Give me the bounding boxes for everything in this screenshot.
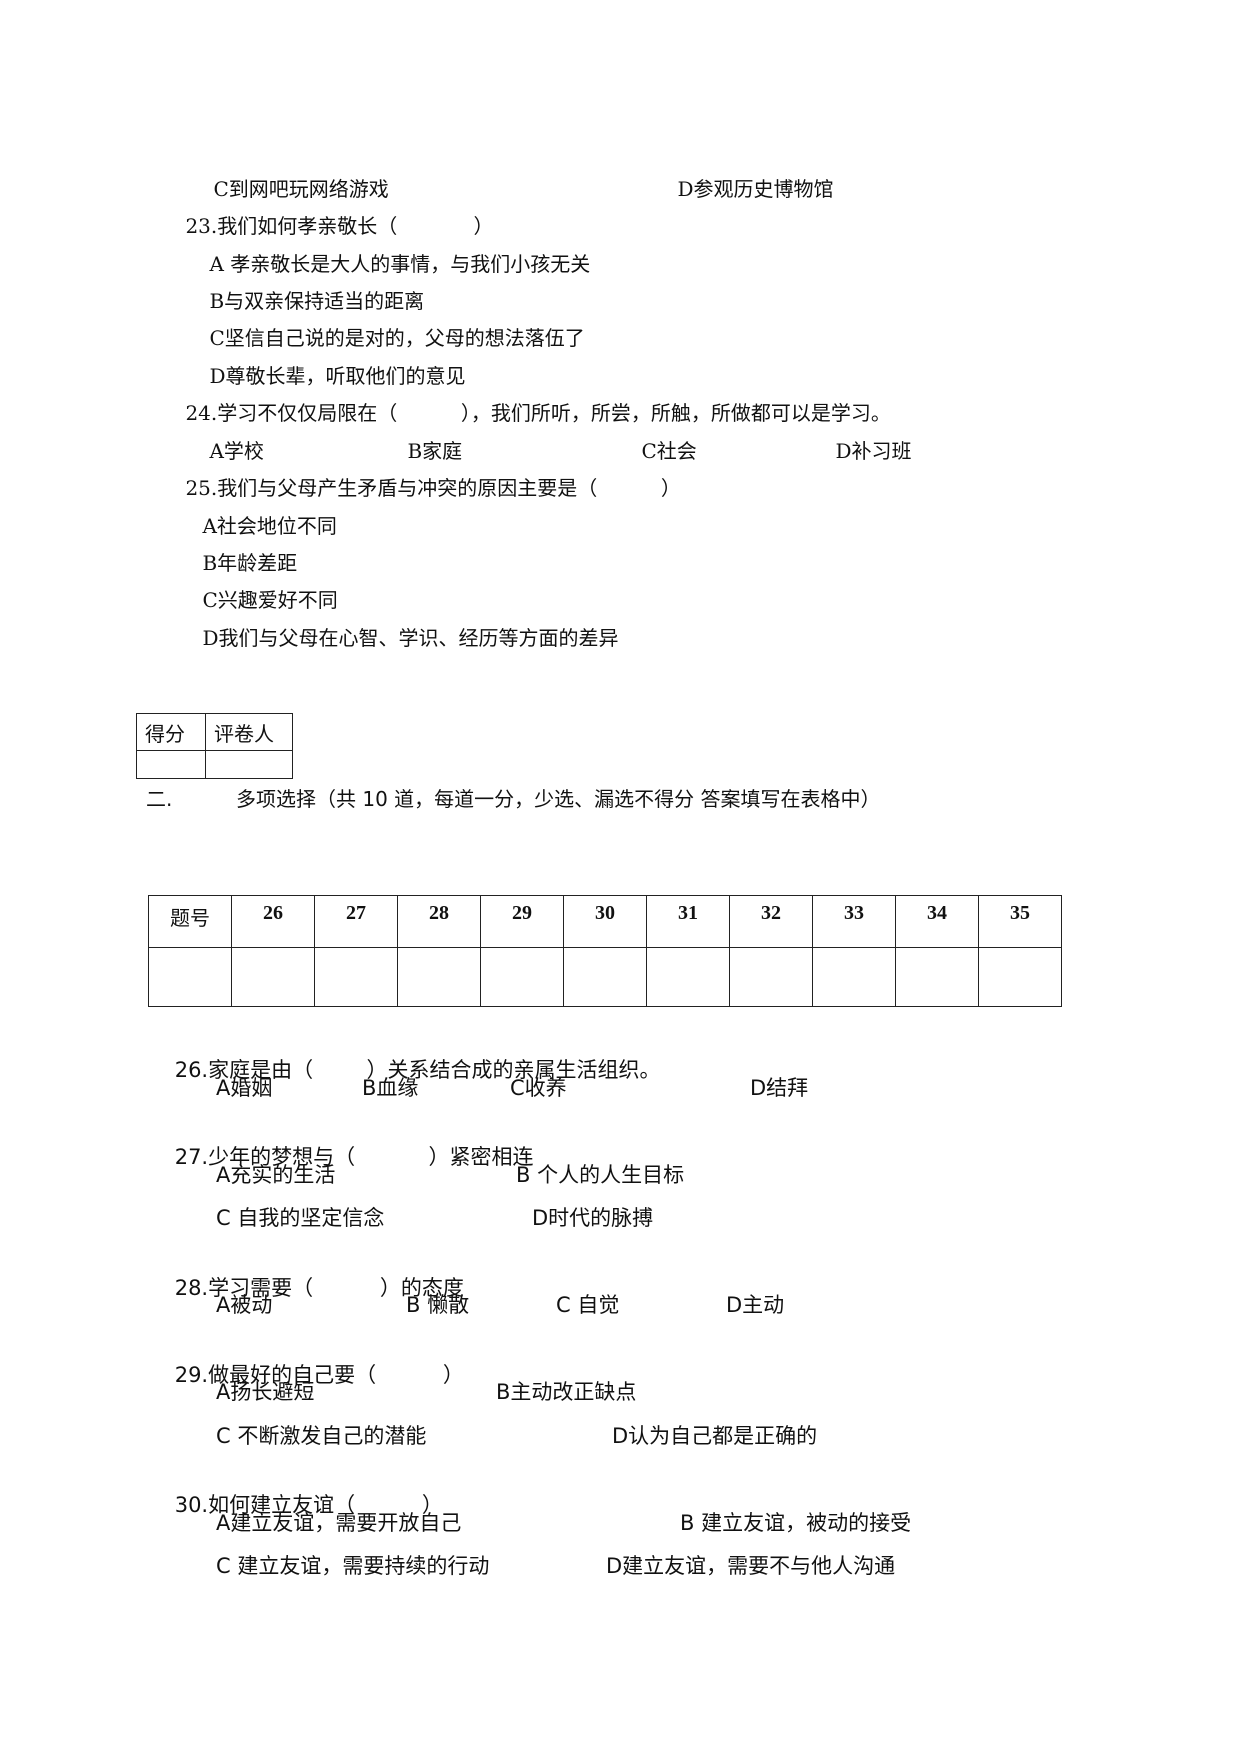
q30-option-d: D建立友谊，需要不与他人沟通: [606, 1554, 896, 1578]
q28-option-c: C 自觉: [556, 1293, 620, 1317]
q28-option-b: B 懒散: [406, 1293, 470, 1317]
grader-header: 评卷人: [205, 713, 293, 751]
answer-table-number: 32: [729, 895, 813, 948]
q29-option-c: C 不断激发自己的潜能: [216, 1424, 427, 1448]
q26-option-c: C收养: [510, 1076, 567, 1100]
q26-option-b: B血缘: [362, 1076, 419, 1100]
answer-cell[interactable]: [480, 947, 564, 1007]
q27-option-c: C 自我的坚定信念: [216, 1206, 385, 1230]
answer-cell[interactable]: [314, 947, 398, 1007]
answer-cell[interactable]: [812, 947, 896, 1007]
section-2-title: 多项选择（共 10 道，每道一分，少选、漏选不得分 答案填写在表格中）: [236, 787, 881, 811]
answer-cell[interactable]: [729, 947, 813, 1007]
answer-table-number: 35: [978, 895, 1062, 948]
answer-table-number: 27: [314, 895, 398, 948]
q29-option-a: A扬长避短: [216, 1380, 315, 1404]
answer-cell[interactable]: [231, 947, 315, 1007]
q27-option-b: B 个人的人生目标: [516, 1163, 685, 1187]
q27-option-a: A充实的生活: [216, 1163, 336, 1187]
answer-table: 题号 26 27 28 29 30 31 32 33 34 35: [148, 895, 1062, 1007]
question-27-stem: 27.少年的梦想与（ ）紧密相连: [174, 1145, 534, 1169]
score-header: 得分: [136, 713, 206, 751]
q25-option-d: D我们与父母在心智、学识、经历等方面的差异: [202, 626, 619, 650]
grader-cell[interactable]: [205, 750, 293, 779]
q30-option-b: B 建立友谊，被动的接受: [680, 1511, 912, 1535]
answer-cell[interactable]: [563, 947, 647, 1007]
answer-table-header-label: 题号: [148, 895, 232, 948]
answer-table-number: 33: [812, 895, 896, 948]
answer-table-number: 29: [480, 895, 564, 948]
q29-option-b: B主动改正缺点: [496, 1380, 637, 1404]
answer-table-blank: [148, 947, 232, 1007]
answer-table-number: 30: [563, 895, 647, 948]
q30-option-c: C 建立友谊，需要持续的行动: [216, 1554, 490, 1578]
answer-table-number: 26: [231, 895, 315, 948]
answer-table-number: 34: [895, 895, 979, 948]
q28-option-d: D主动: [726, 1293, 785, 1317]
q26-option-d: D结拜: [750, 1076, 809, 1100]
q29-option-d: D认为自己都是正确的: [612, 1424, 818, 1448]
q22-option-d: D参观历史博物馆: [677, 177, 834, 201]
answer-cell[interactable]: [646, 947, 730, 1007]
q30-option-a: A建立友谊，需要开放自己: [216, 1511, 462, 1535]
q26-option-a: A婚姻: [216, 1076, 273, 1100]
answer-cell[interactable]: [978, 947, 1062, 1007]
question-24-stem: 24.学习不仅仅局限在（ ），我们所听，所尝，所触，所做都可以是学习。: [185, 401, 891, 425]
section-2-number: 二.: [146, 787, 173, 811]
score-cell[interactable]: [136, 750, 206, 779]
q27-option-d: D时代的脉搏: [532, 1206, 654, 1230]
answer-cell[interactable]: [895, 947, 979, 1007]
answer-table-number: 28: [397, 895, 481, 948]
score-table: 得分 评卷人: [136, 713, 293, 779]
answer-cell[interactable]: [397, 947, 481, 1007]
q24-option-d: D补习班: [835, 439, 912, 463]
q28-option-a: A被动: [216, 1293, 273, 1317]
answer-table-number: 31: [646, 895, 730, 948]
